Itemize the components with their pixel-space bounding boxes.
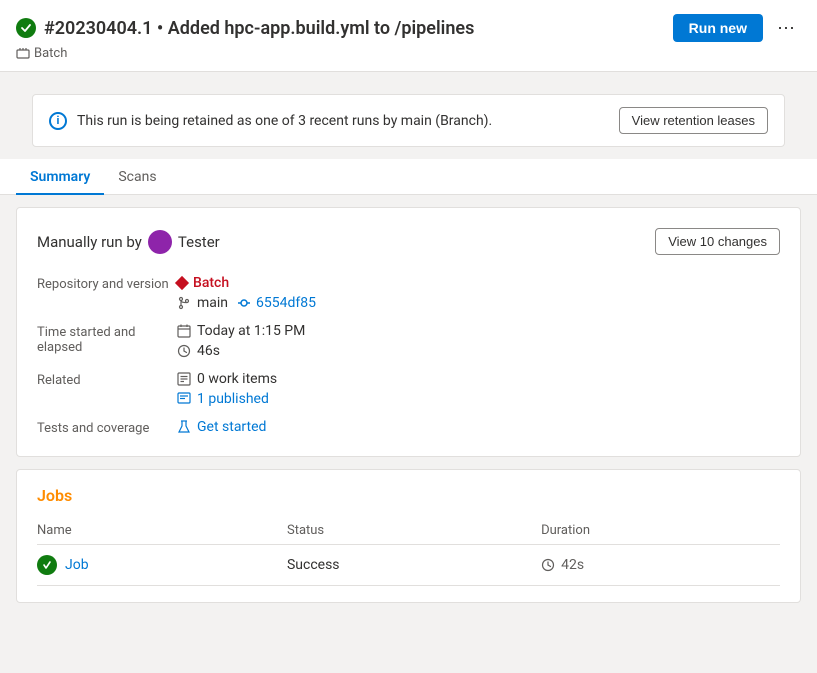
job-status-cell: Success xyxy=(287,545,541,586)
top-bar-row1: #20230404.1 • Added hpc-app.build.yml to… xyxy=(16,14,801,42)
work-items-icon xyxy=(177,372,191,386)
job-duration-cell: 42s xyxy=(541,545,780,586)
run-new-button[interactable]: Run new xyxy=(673,14,763,42)
tab-summary-label: Summary xyxy=(30,169,90,185)
tests-value: Get started xyxy=(177,419,780,436)
branch-icon xyxy=(177,296,191,310)
commit-hash[interactable]: 6554df85 xyxy=(256,295,316,311)
get-started-link[interactable]: Get started xyxy=(197,419,266,435)
details-grid: Repository and version Batch xyxy=(37,275,780,436)
retention-message: This run is being retained as one of 3 r… xyxy=(77,113,492,129)
published-row: 1 published xyxy=(177,391,780,407)
get-started-row: Get started xyxy=(177,419,780,435)
time-label: Time started and elapsed xyxy=(37,323,177,359)
branch-row: main 6554df85 xyxy=(177,295,780,311)
time-started: Today at 1:15 PM xyxy=(197,323,305,339)
elapsed-row: 46s xyxy=(177,343,780,359)
job-name[interactable]: Job xyxy=(65,557,89,573)
more-options-button[interactable]: ⋯ xyxy=(771,16,801,41)
job-status: Success xyxy=(287,557,340,573)
job-duration: 42s xyxy=(561,557,584,573)
retention-banner: i This run is being retained as one of 3… xyxy=(32,94,785,147)
batch-text: Batch xyxy=(34,46,67,61)
col-duration: Duration xyxy=(541,517,780,545)
more-options-icon: ⋯ xyxy=(777,18,795,38)
calendar-icon xyxy=(177,324,191,338)
pipeline-name: Added hpc-app.build.yml to /pipelines xyxy=(168,18,475,39)
work-items-row: 0 work items xyxy=(177,371,780,387)
elapsed-time: 46s xyxy=(197,343,220,359)
related-value: 0 work items 1 published xyxy=(177,371,780,407)
jobs-table: Name Status Duration xyxy=(37,517,780,586)
jobs-header-row: Name Status Duration xyxy=(37,517,780,545)
jobs-table-body: Job Success xyxy=(37,545,780,586)
work-items: 0 work items xyxy=(197,371,277,387)
user-avatar xyxy=(148,230,172,254)
published-link[interactable]: 1 published xyxy=(197,391,269,407)
top-bar-left: #20230404.1 • Added hpc-app.build.yml to… xyxy=(16,18,474,39)
manually-run-label: Manually run by xyxy=(37,233,142,251)
table-row: Job Success xyxy=(37,545,780,586)
pipeline-status-icon xyxy=(16,18,36,38)
info-icon: i xyxy=(49,112,67,130)
run-number: #20230404.1 xyxy=(44,18,152,39)
published-icon xyxy=(177,392,191,406)
clock-icon xyxy=(177,344,191,358)
col-name: Name xyxy=(37,517,287,545)
page-wrapper: #20230404.1 • Added hpc-app.build.yml to… xyxy=(0,0,817,615)
top-bar: #20230404.1 • Added hpc-app.build.yml to… xyxy=(0,0,817,72)
job-success-icon xyxy=(37,555,57,575)
manually-run-row: Manually run by Tester View 10 changes xyxy=(37,228,780,255)
top-bar-actions: Run new ⋯ xyxy=(673,14,801,42)
tab-scans[interactable]: Scans xyxy=(104,159,170,195)
flask-icon xyxy=(177,420,191,434)
duration-clock-icon xyxy=(541,558,555,572)
duration-inner: 42s xyxy=(541,557,772,573)
summary-card: Manually run by Tester View 10 changes R… xyxy=(16,207,801,457)
repo-name-row: Batch xyxy=(177,275,780,291)
tab-scans-label: Scans xyxy=(118,169,156,185)
title-separator: • xyxy=(157,18,163,39)
jobs-card: Jobs Name Status Duration xyxy=(16,469,801,603)
manually-run-left: Manually run by Tester xyxy=(37,230,220,254)
time-started-row: Today at 1:15 PM xyxy=(177,323,780,339)
tests-label: Tests and coverage xyxy=(37,419,177,436)
job-name-inner: Job xyxy=(37,555,279,575)
repo-name[interactable]: Batch xyxy=(193,275,229,291)
view-changes-button[interactable]: View 10 changes xyxy=(655,228,780,255)
tabs-bar: Summary Scans xyxy=(0,159,817,195)
tab-summary[interactable]: Summary xyxy=(16,159,104,195)
page-title: #20230404.1 • Added hpc-app.build.yml to… xyxy=(44,18,474,39)
jobs-title: Jobs xyxy=(37,486,780,505)
branch-name[interactable]: main xyxy=(197,295,228,311)
retention-left: i This run is being retained as one of 3… xyxy=(49,112,492,130)
commit-icon xyxy=(238,297,250,309)
repo-label: Repository and version xyxy=(37,275,177,311)
time-value: Today at 1:15 PM 46s xyxy=(177,323,780,359)
retention-banner-wrapper: i This run is being retained as one of 3… xyxy=(0,72,817,147)
repo-value: Batch main xyxy=(177,275,780,311)
job-name-cell: Job xyxy=(37,545,287,586)
view-retention-button[interactable]: View retention leases xyxy=(619,107,768,134)
repo-diamond-icon xyxy=(175,276,189,290)
content-area: Manually run by Tester View 10 changes R… xyxy=(0,195,817,615)
batch-icon xyxy=(16,47,30,61)
jobs-table-header: Name Status Duration xyxy=(37,517,780,545)
related-label: Related xyxy=(37,371,177,407)
user-name: Tester xyxy=(178,233,220,251)
batch-label: Batch xyxy=(16,46,801,61)
col-status: Status xyxy=(287,517,541,545)
